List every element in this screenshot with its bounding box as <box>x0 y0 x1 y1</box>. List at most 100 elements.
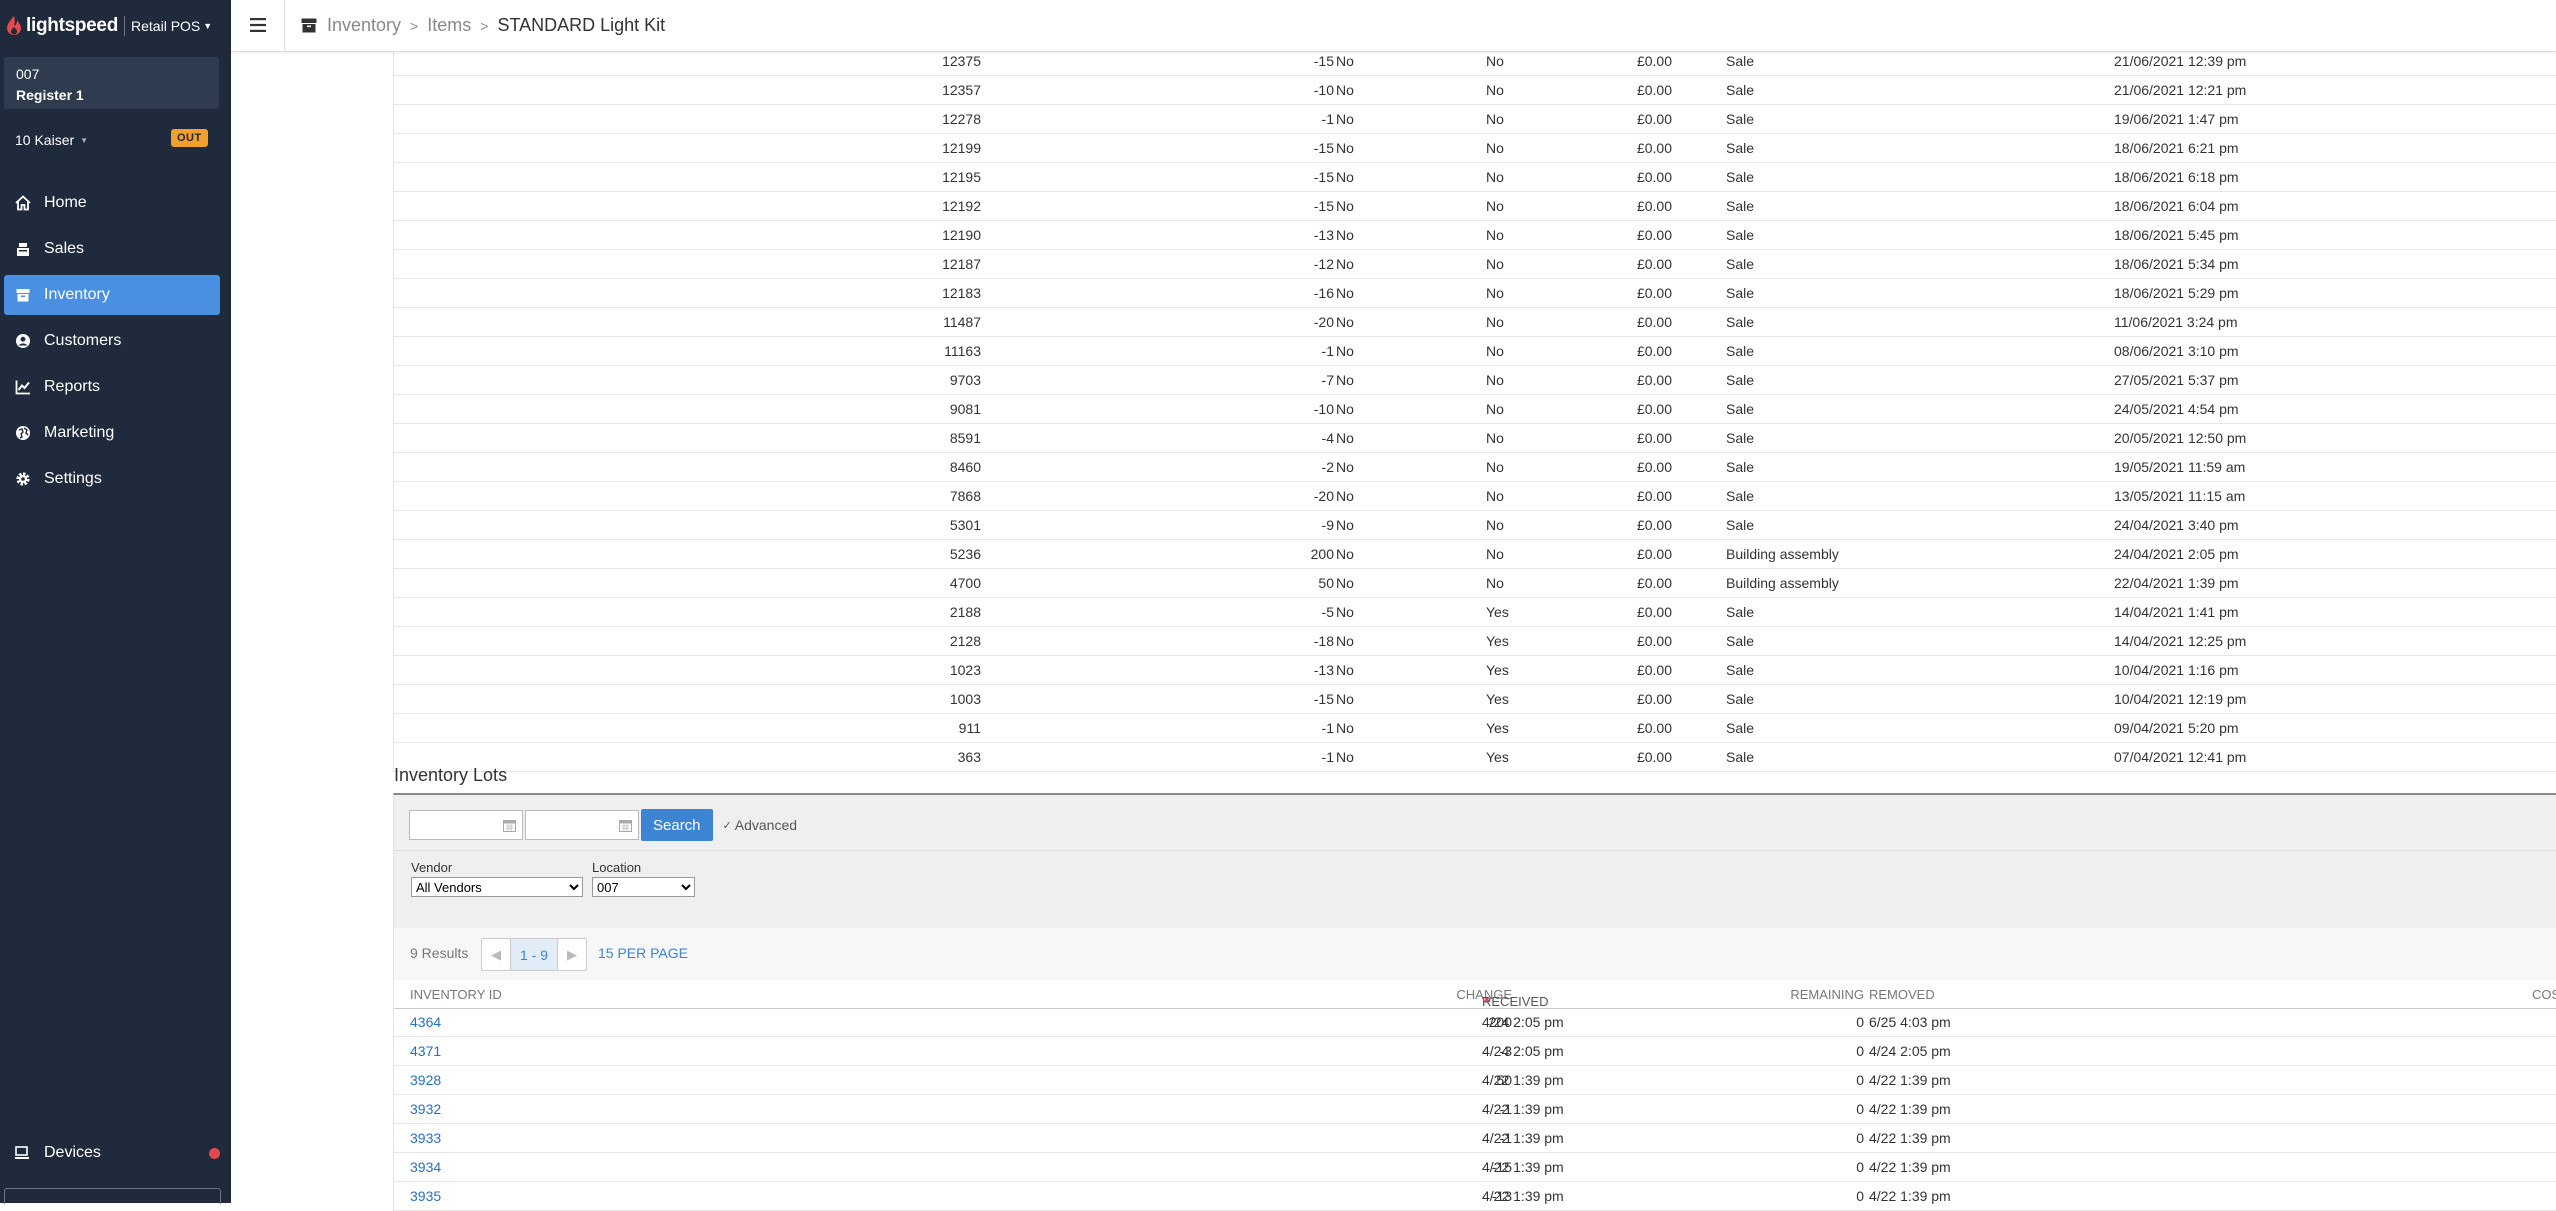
lot-id-link[interactable]: 3933 <box>410 1130 441 1146</box>
history-change: 200 <box>1310 546 1334 562</box>
lot-received: 4/22 1:39 pm <box>1482 1159 1564 1175</box>
lot-remaining: 0 <box>1856 1072 1864 1088</box>
lot-received: 4/22 1:39 pm <box>1482 1130 1564 1146</box>
lot-removed: 4/22 1:39 pm <box>1869 1159 1951 1175</box>
history-change: -1 <box>1321 343 1334 359</box>
col-cost[interactable]: COS <box>2532 987 2556 1002</box>
advanced-toggle[interactable]: ✓ Advanced <box>723 817 798 833</box>
history-cost: £0.00 <box>1636 546 1672 562</box>
history-cost: £0.00 <box>1636 517 1672 533</box>
history-flag-b: No <box>1486 169 1504 185</box>
history-flag-a: No <box>1336 575 1354 591</box>
history-date: 22/04/2021 1:39 pm <box>2114 575 2239 591</box>
product-switcher[interactable]: Retail POS ▼ <box>131 18 212 34</box>
history-date: 13/05/2021 11:15 am <box>2114 488 2246 504</box>
history-type: Sale <box>1726 343 1755 359</box>
history-row: 12192 -15 £0.00 No No Sale 18/06/2021 6:04 pm <box>394 192 2556 221</box>
next-page-button[interactable]: ▶ <box>558 939 586 970</box>
nav-item-marketing[interactable]: Marketing <box>4 413 220 453</box>
history-flag-a: No <box>1336 227 1354 243</box>
sidebar-footer-panel[interactable] <box>4 1188 221 1204</box>
history-cost: £0.00 <box>1636 372 1672 388</box>
history-cost: £0.00 <box>1636 633 1672 649</box>
history-flag-a: No <box>1336 285 1354 301</box>
history-flag-a: No <box>1336 198 1354 214</box>
chevron-down-icon: ✓ <box>722 819 732 832</box>
lot-id-link[interactable]: 3932 <box>410 1101 441 1117</box>
date-from-input[interactable] <box>409 810 523 840</box>
history-row: 7868 -20 £0.00 No No Sale 13/05/2021 11:15 am <box>394 482 2556 511</box>
history-row: 11163 -1 £0.00 No No Sale 08/06/2021 3:10 pm <box>394 337 2556 366</box>
vendor-select[interactable]: All Vendors <box>411 877 583 897</box>
history-row: 12278 -1 £0.00 No No Sale 19/06/2021 1:47 pm <box>394 105 2556 134</box>
history-change: -4 <box>1321 430 1334 446</box>
lot-received: 4/22 1:39 pm <box>1482 1072 1564 1088</box>
history-date: 18/06/2021 5:45 pm <box>2114 227 2239 243</box>
history-id: 1023 <box>949 662 981 678</box>
nav-item-home[interactable]: Home <box>4 183 220 223</box>
breadcrumb: Inventory > Items > STANDARD Light Kit <box>301 0 665 51</box>
breadcrumb-inventory[interactable]: Inventory <box>327 15 401 36</box>
history-id: 11163 <box>944 343 981 359</box>
search-button[interactable]: Search <box>641 809 713 841</box>
col-removed[interactable]: REMOVED <box>1869 987 1935 1002</box>
lot-row: 4364 200 0 4/24 2:05 pm 6/25 4:03 pm <box>394 1008 2556 1037</box>
user-menu[interactable]: 10 Kaiser ▼ <box>15 132 88 148</box>
history-flag-b: Yes <box>1486 720 1509 736</box>
per-page-selector[interactable]: 15 PER PAGE <box>598 945 688 961</box>
history-flag-a: No <box>1336 169 1354 185</box>
inventory-lots-title: Inventory Lots <box>394 765 508 785</box>
vendor-filter: Vendor All Vendors <box>411 860 583 897</box>
history-cost: £0.00 <box>1636 256 1672 272</box>
history-type: Building assembly <box>1726 575 1839 591</box>
lot-removed: 4/22 1:39 pm <box>1869 1130 1951 1146</box>
lot-remaining: 0 <box>1856 1101 1864 1117</box>
nav-item-inventory[interactable]: Inventory <box>4 275 220 315</box>
location-select[interactable]: 007 <box>592 877 695 897</box>
top-bar: Inventory > Items > STANDARD Light Kit <box>231 0 2556 52</box>
brand-name: lightspeed <box>26 15 119 36</box>
history-flag-a: No <box>1336 256 1354 272</box>
history-cost: £0.00 <box>1636 459 1672 475</box>
history-id: 2128 <box>949 633 981 649</box>
history-type: Sale <box>1726 198 1755 214</box>
history-type: Sale <box>1726 53 1755 69</box>
history-row: 2188 -5 £0.00 No Yes Sale 14/04/2021 1:41 pm <box>394 598 2556 627</box>
lightspeed-logo[interactable]: lightspeed <box>6 15 118 37</box>
lot-id-link[interactable]: 3934 <box>410 1159 441 1175</box>
hamburger-icon <box>250 18 266 32</box>
lots-filter-panel: Search ✓ Advanced Vendor All Vendors Loc… <box>393 793 2556 930</box>
hamburger-menu-button[interactable] <box>244 11 272 39</box>
history-cost: £0.00 <box>1636 604 1672 620</box>
history-type: Sale <box>1726 720 1755 736</box>
history-date: 18/06/2021 6:04 pm <box>2114 198 2239 214</box>
nav-item-reports[interactable]: Reports <box>4 367 220 407</box>
history-row: 12357 -10 £0.00 No No Sale 21/06/2021 12:21 pm <box>394 76 2556 105</box>
col-remaining[interactable]: REMAINING <box>1790 987 1864 1002</box>
history-cost: £0.00 <box>1636 430 1672 446</box>
prev-page-button[interactable]: ◀ <box>482 939 510 970</box>
lot-id-link[interactable]: 4364 <box>410 1014 441 1030</box>
nav-item-devices[interactable]: Devices <box>4 1135 220 1171</box>
lot-id-link[interactable]: 3935 <box>410 1188 441 1204</box>
history-flag-a: No <box>1336 517 1354 533</box>
lot-id-link[interactable]: 3928 <box>410 1072 441 1088</box>
history-date: 18/06/2021 5:29 pm <box>2114 285 2239 301</box>
lot-id-link[interactable]: 4371 <box>410 1043 441 1059</box>
breadcrumb-items[interactable]: Items <box>427 15 471 36</box>
col-inventory-id[interactable]: INVENTORY ID <box>410 987 502 1002</box>
clock-status-badge[interactable]: OUT <box>171 129 208 147</box>
history-row: 12195 -15 £0.00 No No Sale 18/06/2021 6:18 pm <box>394 163 2556 192</box>
nav-item-sales[interactable]: Sales <box>4 229 220 269</box>
register-card[interactable]: 007 Register 1 <box>4 57 219 109</box>
nav-item-customers[interactable]: Customers <box>4 321 220 361</box>
pager: ◀ 1 - 9 ▶ <box>481 938 587 971</box>
date-to-input[interactable] <box>525 810 639 840</box>
history-change: -10 <box>1313 82 1334 98</box>
history-flag-b: No <box>1486 285 1504 301</box>
history-id: 363 <box>957 749 981 765</box>
history-date: 21/06/2021 12:21 pm <box>2114 82 2247 98</box>
lot-removed: 6/25 4:03 pm <box>1869 1014 1951 1030</box>
history-date: 10/04/2021 1:16 pm <box>2114 662 2239 678</box>
nav-item-settings[interactable]: Settings <box>4 459 220 499</box>
